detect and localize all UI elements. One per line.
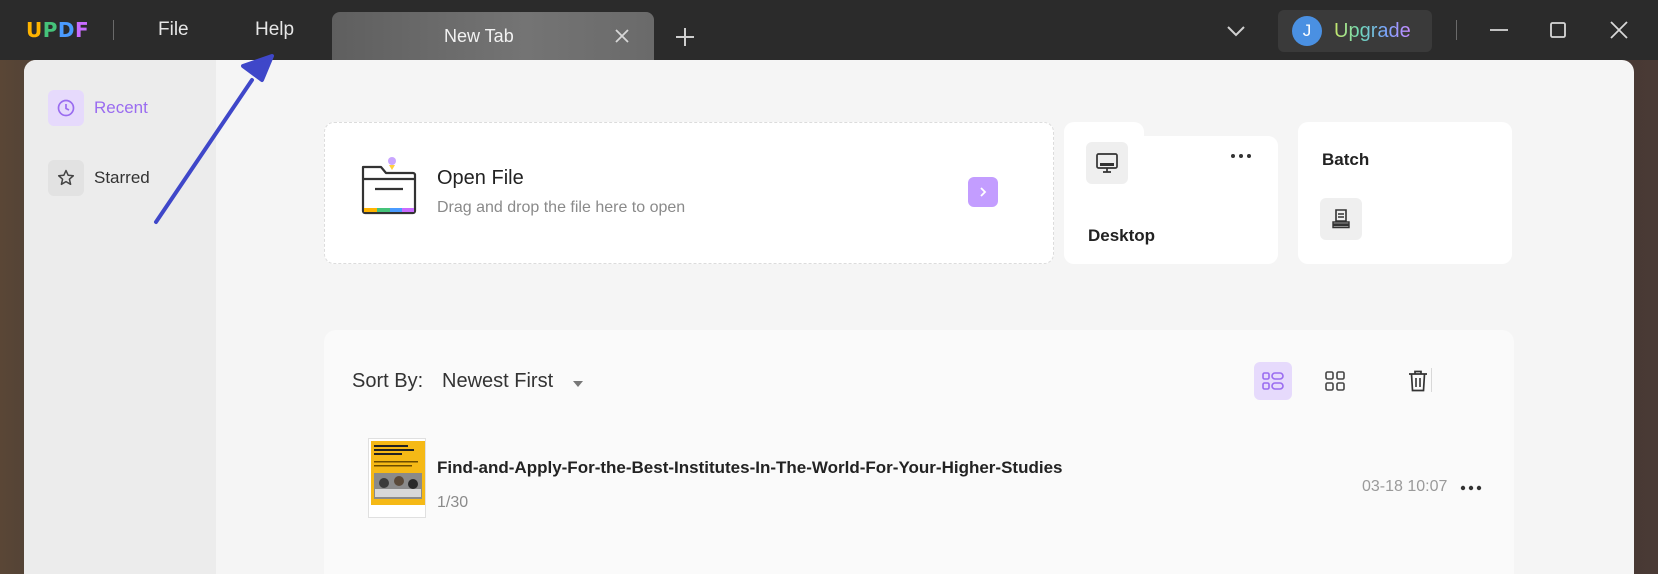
- file-name: Find-and-Apply-For-the-Best-Institutes-I…: [437, 458, 1063, 477]
- desktop-label: Desktop: [1088, 226, 1156, 245]
- file-thumbnail: [368, 438, 426, 518]
- open-file-card[interactable]: Open File Drag and drop the file here to…: [324, 122, 1054, 264]
- batch-card[interactable]: Batch: [1298, 122, 1512, 264]
- chevron-down-icon[interactable]: [1226, 24, 1246, 38]
- monitor-icon: [1086, 142, 1128, 184]
- updf-logo: U P D F: [26, 18, 89, 42]
- chevron-right-icon: [980, 187, 987, 197]
- clock-icon: [48, 90, 84, 126]
- file-date: 03-18 10:07: [1362, 478, 1448, 495]
- title-divider: [1456, 20, 1457, 40]
- folder-icon: [361, 157, 417, 215]
- sidebar-item-starred[interactable]: Starred: [48, 160, 150, 196]
- stack-icon: [1320, 198, 1362, 240]
- sidebar-item-label: Recent: [94, 98, 148, 117]
- open-file-button[interactable]: [968, 177, 998, 207]
- title-divider: [113, 20, 114, 40]
- sort-label: Sort By:: [352, 370, 424, 392]
- avatar[interactable]: J: [1292, 16, 1322, 46]
- menu-help[interactable]: Help: [255, 19, 294, 41]
- more-horizontal-icon[interactable]: [1230, 152, 1252, 160]
- maximize-icon[interactable]: [1546, 18, 1570, 42]
- caret-down-icon[interactable]: [572, 380, 584, 388]
- title-bar: U P D F File Help New Tab J Upgrade: [0, 0, 1658, 60]
- recent-files-panel: Sort By: Newest First Find-and-Apply-For…: [324, 330, 1514, 574]
- desktop-card[interactable]: Desktop: [1064, 136, 1278, 264]
- trash-icon: [1409, 370, 1427, 392]
- delete-button[interactable]: [1399, 362, 1437, 400]
- logo-letter: U: [26, 18, 43, 42]
- sidebar-item-label: Starred: [94, 168, 150, 187]
- file-row[interactable]: Find-and-Apply-For-the-Best-Institutes-I…: [324, 438, 1514, 522]
- open-file-title: Open File: [437, 167, 524, 189]
- close-icon[interactable]: [612, 26, 632, 46]
- batch-label: Batch: [1322, 150, 1370, 169]
- sidebar-item-recent[interactable]: Recent: [48, 90, 148, 126]
- list-view-button[interactable]: [1254, 362, 1292, 400]
- open-file-subtitle: Drag and drop the file here to open: [437, 199, 686, 216]
- home-window: Recent Starred Open File Drag and drop t…: [24, 60, 1634, 574]
- logo-letter: P: [42, 18, 58, 42]
- tab-title: New Tab: [444, 26, 514, 46]
- tab-new-tab[interactable]: New Tab: [332, 12, 654, 60]
- sort-dropdown[interactable]: Newest First: [442, 370, 553, 393]
- sidebar: Recent Starred: [24, 60, 216, 574]
- upgrade-button[interactable]: J Upgrade: [1278, 10, 1432, 52]
- plus-icon[interactable]: [674, 26, 696, 48]
- more-horizontal-icon[interactable]: [1459, 478, 1483, 498]
- upgrade-label: Upgrade: [1334, 19, 1411, 42]
- file-page-count: 1/30: [437, 494, 469, 511]
- grid-view-icon: [1325, 371, 1345, 391]
- logo-letter: D: [57, 18, 76, 42]
- star-icon: [48, 160, 84, 196]
- grid-view-button[interactable]: [1316, 362, 1354, 400]
- list-view-icon: [1262, 372, 1284, 390]
- logo-letter: F: [75, 18, 90, 42]
- minimize-icon[interactable]: [1487, 18, 1511, 42]
- menu-file[interactable]: File: [158, 19, 189, 41]
- close-icon[interactable]: [1607, 18, 1631, 42]
